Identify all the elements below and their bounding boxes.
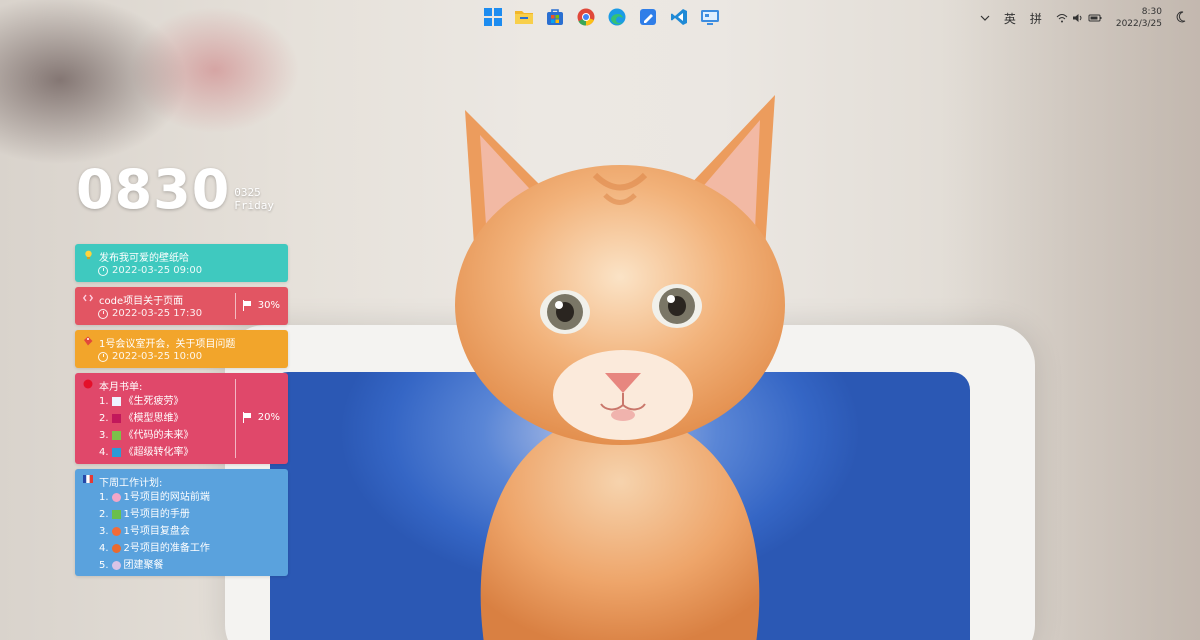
list-item: 3. 《代码的未来》 [99,427,194,444]
clock-time: 0830 [76,158,231,221]
list-item-number: 2. [99,509,109,520]
note-card-code-project[interactable]: code项目关于页面 2022-03-25 17:30 30% [75,287,288,325]
list-item-text: 2号项目的准备工作 [123,543,210,554]
store-icon[interactable] [544,6,566,28]
chart-icon [111,527,121,536]
list-item-text: 1号项目的网站前端 [123,492,210,503]
flag-icon [242,300,252,311]
list-item-text: 《代码的未来》 [123,430,194,441]
note-title: 本月书单: [99,382,143,393]
notes-icon[interactable] [637,6,659,28]
list-item-text: 《模型思维》 [123,413,184,424]
chrome-icon[interactable] [575,6,597,28]
list-item: 2. 1号项目的手册 [99,506,210,523]
tray-clock[interactable]: 8:30 2022/3/25 [1116,6,1162,30]
remote-desktop-icon[interactable] [699,6,721,28]
note-progress-text: 20% [257,412,280,423]
note-card-meeting[interactable]: 1号会议室开会，关于项目问题 2022-03-25 10:00 [75,330,288,368]
moon-icon[interactable] [1176,10,1186,26]
list-item-number: 5. [99,560,109,571]
edge-icon[interactable] [606,6,628,28]
tray-status-icons[interactable] [1056,13,1102,23]
note-card-work-plan[interactable]: 下周工作计划: 1. 1号项目的网站前端 2. 1号项目的手册 3. 1号项目复… [75,469,288,576]
list-item: 1. 1号项目的网站前端 [99,489,210,506]
battery-icon [1088,14,1102,22]
list-item-text: 《生死疲劳》 [123,396,184,407]
list-item-number: 4. [99,447,109,458]
wifi-icon [1056,14,1068,23]
note-progress-text: 30% [257,300,280,311]
book-icon [111,510,121,519]
clock-icon [98,308,108,319]
orange-dot-icon [111,544,121,553]
flag-fr-icon [83,475,93,485]
volume-icon [1072,14,1082,22]
list-item-text: 1号项目复盘会 [123,526,190,537]
swatch-icon [111,431,121,440]
taskbar-pinned-apps [482,6,721,28]
clock-icon [98,351,108,362]
list-item: 3. 1号项目复盘会 [99,523,210,540]
rocket-icon [111,493,121,502]
list-item: 2. 《模型思维》 [99,410,194,427]
input-method-indicator[interactable]: 拼 [1030,10,1042,27]
list-item: 5. 团建聚餐 [99,557,210,574]
list-item-number: 1. [99,396,109,407]
lightbulb-icon [83,250,93,260]
list-item-number: 3. [99,430,109,441]
clock-weekday: Friday [234,199,275,212]
list-item-number: 3. [99,526,109,537]
note-card-booklist[interactable]: 本月书单: 1. 《生死疲劳》 2. 《模型思维》 3. 《代码的未来》 4. … [75,373,288,464]
list-item-number: 2. [99,413,109,424]
note-progress: 20% [242,412,280,423]
red-dot-icon [83,379,93,389]
flag-icon [242,412,252,423]
note-title: 发布我可爱的壁纸哈 [99,253,189,264]
list-item-text: 《超级转化率》 [123,447,194,458]
list-item: 4. 2号项目的准备工作 [99,540,210,557]
vscode-icon[interactable] [668,6,690,28]
tray-date: 2022/3/25 [1115,19,1162,29]
tray-time: 8:30 [1141,7,1162,17]
note-time: 2022-03-25 10:00 [98,351,202,362]
work-plan-items: 1. 1号项目的网站前端 2. 1号项目的手册 3. 1号项目复盘会 4. 2号… [99,489,210,574]
note-card-wallpaper[interactable]: 发布我可爱的壁纸哈 2022-03-25 09:00 [75,244,288,282]
note-time-text: 2022-03-25 17:30 [112,308,203,319]
list-item-text: 团建聚餐 [123,560,164,571]
file-explorer-icon[interactable] [513,6,535,28]
note-time: 2022-03-25 17:30 [98,308,202,319]
note-time-text: 2022-03-25 09:00 [112,265,203,276]
note-title: 1号会议室开会，关于项目问题 [99,339,236,350]
input-language-indicator[interactable]: 英 [1004,10,1016,27]
tag-icon [83,336,93,346]
note-title: 下周工作计划: [99,478,163,489]
food-icon [111,561,121,570]
list-item-number: 4. [99,543,109,554]
swatch-icon [111,448,121,457]
list-item: 1. 《生死疲劳》 [99,393,194,410]
list-item-number: 1. [99,492,109,503]
note-time: 2022-03-25 09:00 [98,265,202,276]
system-tray: 英 拼 8:30 2022/3/25 [980,6,1186,30]
wallpaper-kitten [455,95,785,640]
note-time-text: 2022-03-25 10:00 [112,351,203,362]
card-divider [235,293,236,319]
note-title: code项目关于页面 [99,296,184,307]
clock-date-number: 0325 [234,186,261,199]
desktop-clock-widget: 0830 0325 Friday [76,160,274,220]
card-divider [235,379,236,458]
start-icon[interactable] [482,6,504,28]
note-progress: 30% [242,300,280,311]
swatch-icon [111,414,121,423]
code-icon [82,293,94,303]
list-item-text: 1号项目的手册 [123,509,190,520]
list-item: 4. 《超级转化率》 [99,444,194,461]
clock-date: 0325 Friday [234,186,274,212]
chevron-up-icon[interactable] [980,12,990,25]
swatch-icon [111,397,121,406]
booklist-items: 1. 《生死疲劳》 2. 《模型思维》 3. 《代码的未来》 4. 《超级转化率… [99,393,194,461]
clock-icon [98,265,108,276]
